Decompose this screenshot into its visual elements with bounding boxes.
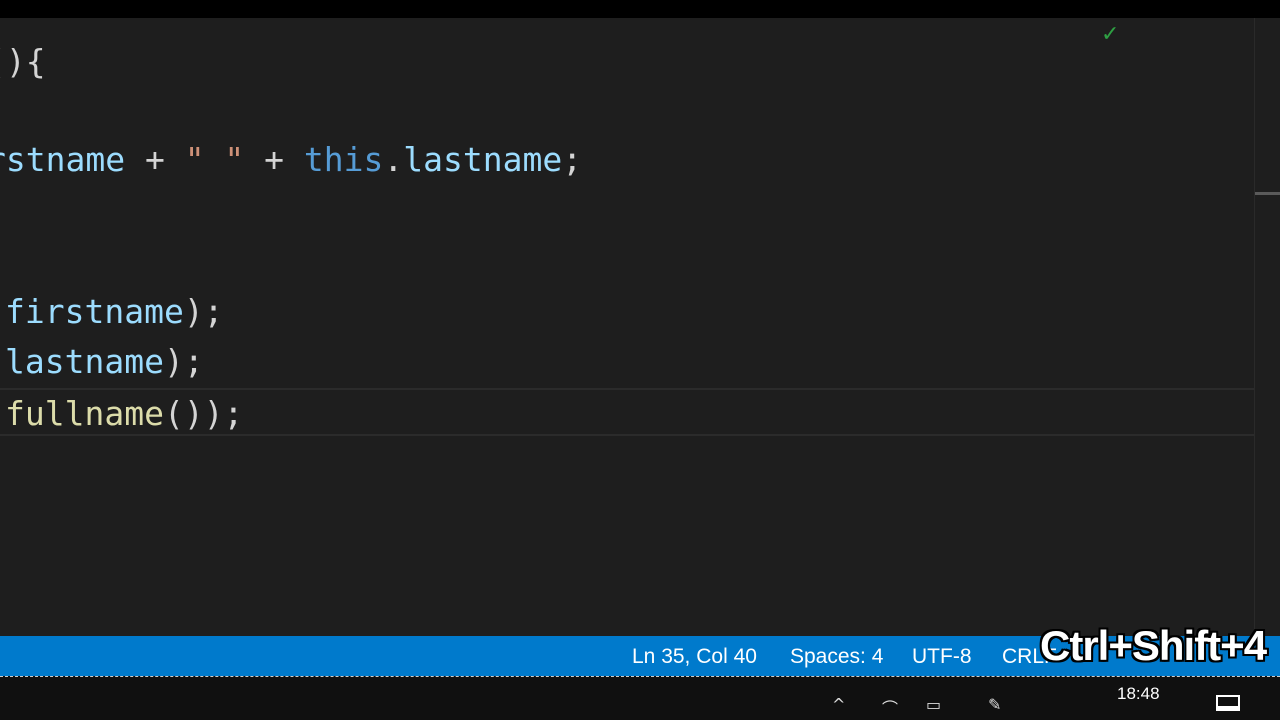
code-token: ; xyxy=(562,140,583,179)
taskbar: ^ ⌒ ▭ ✎ 18:48 xyxy=(0,676,1280,720)
keyboard-shortcut-overlay: Ctrl+Shift+4 xyxy=(1040,622,1267,669)
code-line-3[interactable]: firstname); xyxy=(5,292,224,332)
code-token: fullname xyxy=(5,394,164,433)
code-token: + xyxy=(244,140,304,179)
code-token: + xyxy=(125,140,185,179)
code-token: lastname xyxy=(5,342,164,381)
code-token: (){ xyxy=(0,42,46,81)
notification-icon[interactable] xyxy=(1216,695,1240,711)
code-token: ); xyxy=(183,292,224,331)
code-token: rstname xyxy=(0,140,126,179)
code-token: firstname xyxy=(5,292,184,331)
code-token: . xyxy=(383,140,404,179)
code-line-1[interactable]: (){ xyxy=(0,42,46,82)
code-token: ); xyxy=(163,342,204,381)
code-token: " " xyxy=(184,140,245,179)
code-token: lastname xyxy=(403,140,563,179)
pen-icon[interactable]: ✎ xyxy=(988,695,1001,714)
code-line-5[interactable]: fullname()); xyxy=(5,394,243,434)
code-line-4[interactable]: lastname); xyxy=(5,342,204,382)
code-editor[interactable]: ✓ (){ rstname + " " + this.lastname; fir… xyxy=(0,18,1280,636)
check-icon: ✓ xyxy=(1101,22,1120,47)
code-token: ()); xyxy=(163,394,244,433)
network-icon[interactable]: ⌒ xyxy=(882,695,898,719)
vertical-scrollbar[interactable] xyxy=(1254,18,1280,636)
code-token: this xyxy=(303,140,384,179)
encoding-indicator[interactable]: UTF-8 xyxy=(912,645,972,669)
taskbar-clock[interactable]: 18:48 xyxy=(1117,684,1160,704)
cursor-position-indicator[interactable]: Ln 35, Col 40 xyxy=(632,645,757,669)
battery-icon[interactable]: ▭ xyxy=(926,695,941,714)
chevron-up-icon[interactable]: ^ xyxy=(832,695,845,714)
scrollbar-thumb-marker[interactable] xyxy=(1255,192,1280,195)
indentation-indicator[interactable]: Spaces: 4 xyxy=(790,645,883,669)
top-letterbox xyxy=(0,0,1280,18)
code-line-2[interactable]: rstname + " " + this.lastname; xyxy=(0,140,582,180)
